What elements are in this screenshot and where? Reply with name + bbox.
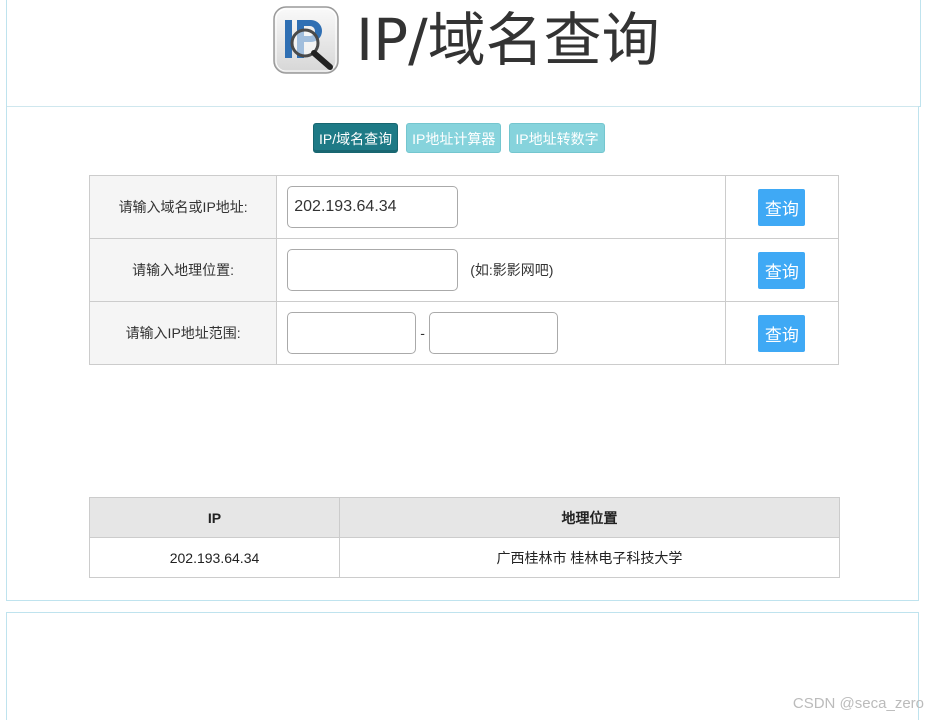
tab-ip-domain-query[interactable]: IP/域名查询	[313, 123, 399, 153]
result-location-cell: 广西桂林市 桂林电子科技大学	[339, 537, 840, 578]
range-label: 请输入IP地址范围:	[88, 301, 278, 365]
page: IP/域名查询 IP/域名查询 IP地址计算器 IP地址转数字 请输入域名或IP…	[0, 0, 929, 720]
ip-magnifier-logo-icon	[272, 5, 342, 75]
column-header-ip: IP	[89, 497, 340, 538]
location-button-cell: 查询	[724, 238, 840, 302]
results-table: IP 地理位置 202.193.64.34 广西桂林市 桂林电子科技大学	[89, 497, 840, 578]
domain-label: 请输入域名或IP地址:	[88, 175, 278, 239]
tab-ip-to-number[interactable]: IP地址转数字	[509, 123, 605, 153]
location-label: 请输入地理位置:	[88, 238, 278, 302]
tab-ip-calculator[interactable]: IP地址计算器	[406, 123, 502, 153]
domain-query-button[interactable]: 查询	[758, 188, 806, 226]
location-input-cell: (如:影影网吧)	[276, 238, 726, 302]
location-input[interactable]	[287, 249, 459, 291]
page-title: IP/域名查询	[356, 6, 660, 74]
range-query-row: 请输入IP地址范围: - 查询	[88, 301, 840, 365]
result-ip-cell: 202.193.64.34	[89, 537, 340, 578]
table-row: 202.193.64.34 广西桂林市 桂林电子科技大学	[89, 537, 840, 578]
range-start-input[interactable]	[287, 312, 417, 354]
query-form-table: 请输入域名或IP地址: 查询 请输入地理位置: (如:影影网吧) 查询 请输入I…	[88, 175, 840, 365]
range-end-input[interactable]	[428, 312, 558, 354]
domain-query-row: 请输入域名或IP地址: 查询	[88, 175, 840, 239]
location-query-button[interactable]: 查询	[758, 251, 806, 289]
watermark: CSDN @seca_zero	[792, 695, 924, 712]
range-button-cell: 查询	[724, 301, 840, 365]
results-header-row: IP 地理位置	[89, 497, 840, 538]
header: IP/域名查询	[272, 4, 660, 76]
column-header-location: 地理位置	[339, 497, 840, 538]
location-query-row: 请输入地理位置: (如:影影网吧) 查询	[88, 238, 840, 302]
range-separator: -	[420, 325, 425, 341]
range-query-button[interactable]: 查询	[758, 314, 806, 352]
domain-input-cell	[276, 175, 726, 239]
range-input-cell: -	[276, 301, 726, 365]
domain-ip-input[interactable]	[287, 186, 459, 228]
location-hint: (如:影影网吧)	[470, 262, 554, 278]
tab-bar: IP/域名查询 IP地址计算器 IP地址转数字	[313, 123, 605, 153]
domain-button-cell: 查询	[724, 175, 840, 239]
footer-panel	[6, 612, 919, 720]
